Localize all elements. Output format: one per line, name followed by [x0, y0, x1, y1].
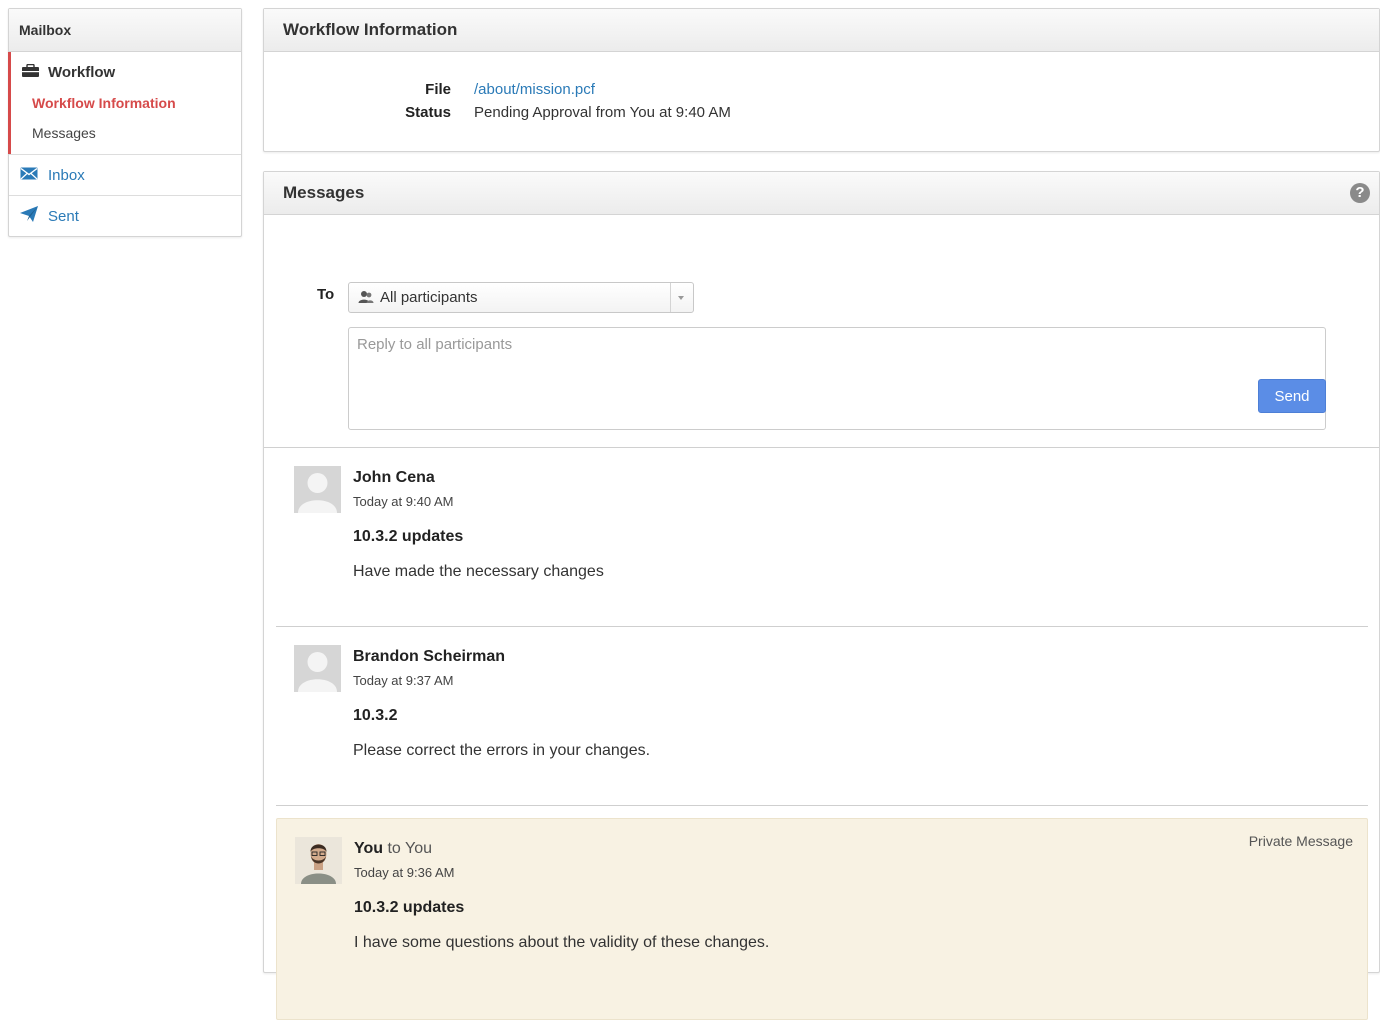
- sidebar-item-label: Inbox: [48, 166, 85, 184]
- sidebar-item-messages[interactable]: Messages: [9, 118, 241, 148]
- sidebar-workflow-section: Workflow Workflow Information Messages: [8, 52, 241, 155]
- messages-panel: Messages ? To All participants Send: [263, 171, 1380, 1020]
- message-body: I have some questions about the validity…: [354, 934, 770, 951]
- message-author: You to You: [354, 840, 432, 858]
- avatar: [295, 837, 342, 884]
- paper-plane-icon: [20, 206, 38, 226]
- compose-area: To All participants Send: [264, 215, 1379, 448]
- private-message-flag: Private Message: [1248, 833, 1353, 849]
- sidebar-item-inbox[interactable]: Inbox: [9, 155, 241, 196]
- private-message-item: Private Message You to You Today at 9:36…: [276, 818, 1368, 1020]
- message-subject: 10.3.2 updates: [354, 899, 465, 916]
- help-icon[interactable]: ?: [1350, 183, 1370, 203]
- briefcase-icon: [21, 63, 40, 81]
- message-item: Brandon Scheirman Today at 9:37 AM 10.3.…: [276, 627, 1368, 806]
- sidebar-title: Mailbox: [9, 9, 241, 52]
- message-recipient: to You: [387, 840, 432, 857]
- messages-title: Messages: [283, 183, 365, 202]
- recipient-select[interactable]: All participants: [348, 282, 694, 313]
- avatar: [294, 466, 341, 513]
- workflow-information-panel: Workflow Information File /about/mission…: [263, 8, 1380, 152]
- sidebar-item-workflow-information[interactable]: Workflow Information: [9, 88, 241, 118]
- message-author-name: You: [354, 840, 384, 857]
- status-row: Status Pending Approval from You at 9:40…: [264, 101, 1379, 124]
- envelope-icon: [20, 167, 38, 184]
- message-author: John Cena: [353, 469, 435, 486]
- mailbox-sidebar: Mailbox Workflow Workflow Information Me…: [8, 8, 242, 237]
- message-author: Brandon Scheirman: [353, 648, 506, 665]
- status-value: Pending Approval from You at 9:40 AM: [474, 104, 731, 121]
- panel-title: Messages ?: [264, 172, 1379, 215]
- message-subject: 10.3.2: [353, 707, 398, 724]
- sidebar-item-sent[interactable]: Sent: [9, 196, 241, 236]
- message-body: Have made the necessary changes: [353, 563, 604, 580]
- message-item: John Cena Today at 9:40 AM 10.3.2 update…: [276, 448, 1368, 627]
- message-subject: 10.3.2 updates: [353, 528, 464, 545]
- sidebar-item-label: Sent: [48, 207, 79, 225]
- avatar: [294, 645, 341, 692]
- status-label: Status: [405, 104, 451, 121]
- message-time: Today at 9:37 AM: [353, 673, 454, 688]
- file-row: File /about/mission.pcf: [264, 78, 1379, 101]
- reply-textarea[interactable]: [348, 327, 1326, 430]
- chevron-down-icon: [670, 283, 693, 312]
- file-label: File: [425, 81, 451, 98]
- file-link[interactable]: /about/mission.pcf: [474, 78, 595, 101]
- message-list: John Cena Today at 9:40 AM 10.3.2 update…: [264, 448, 1379, 1020]
- send-button[interactable]: Send: [1258, 379, 1326, 413]
- message-time: Today at 9:40 AM: [353, 494, 454, 509]
- message-time: Today at 9:36 AM: [354, 865, 455, 880]
- message-body: Please correct the errors in your change…: [353, 742, 651, 759]
- sidebar-item-workflow[interactable]: Workflow: [9, 62, 241, 82]
- people-icon: [358, 290, 374, 307]
- recipient-select-value: All participants: [380, 289, 478, 306]
- panel-title: Workflow Information: [264, 9, 1379, 52]
- sidebar-item-label: Workflow: [48, 63, 116, 81]
- to-label: To: [317, 286, 335, 303]
